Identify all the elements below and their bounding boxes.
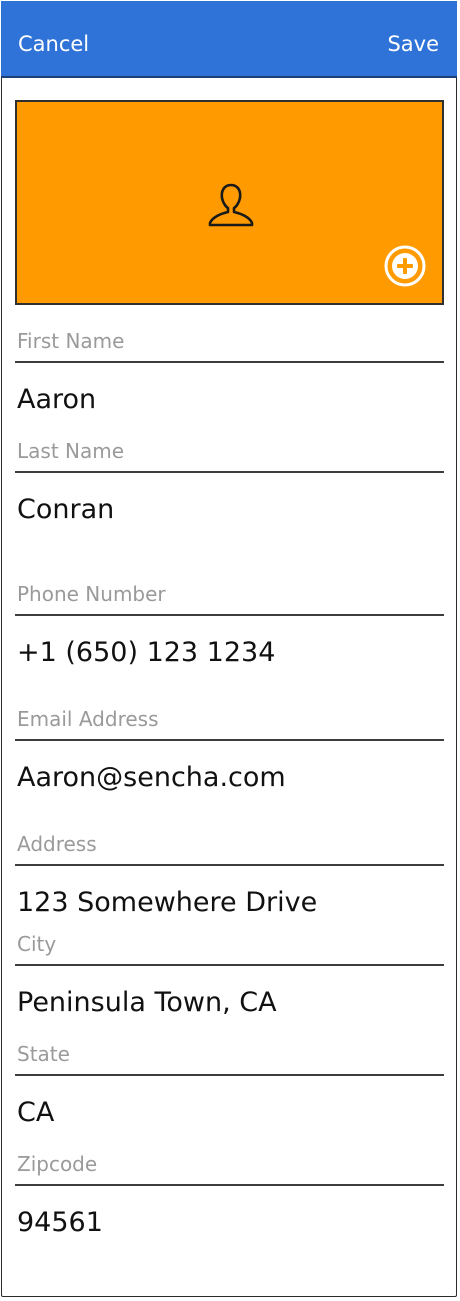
address-underline	[15, 864, 444, 866]
address-label: Address	[17, 832, 97, 856]
contact-photo[interactable]	[15, 100, 444, 305]
email-address-underline	[15, 739, 444, 741]
top-navigation-bar: Cancel Save	[1, 1, 457, 78]
phone-number-field[interactable]: +1 (650) 123 1234	[17, 637, 275, 669]
save-button[interactable]: Save	[387, 31, 439, 57]
first-name-field[interactable]: Aaron	[17, 384, 96, 416]
email-address-field[interactable]: Aaron@sencha.com	[17, 762, 286, 794]
add-circle-icon[interactable]	[383, 244, 427, 288]
city-field[interactable]: Peninsula Town, CA	[17, 987, 277, 1019]
first-name-underline	[15, 361, 444, 363]
last-name-field[interactable]: Conran	[17, 494, 114, 526]
cancel-button[interactable]: Cancel	[18, 31, 89, 57]
city-underline	[15, 964, 444, 966]
zipcode-label: Zipcode	[17, 1152, 98, 1176]
city-label: City	[17, 932, 57, 956]
person-icon	[208, 183, 254, 227]
state-underline	[15, 1074, 444, 1076]
last-name-label: Last Name	[17, 439, 125, 463]
phone-number-underline	[15, 614, 444, 616]
last-name-underline	[15, 471, 444, 473]
email-address-label: Email Address	[17, 707, 159, 731]
state-field[interactable]: CA	[17, 1097, 54, 1129]
zipcode-field[interactable]: 94561	[17, 1207, 103, 1239]
phone-number-label: Phone Number	[17, 582, 166, 606]
zipcode-underline	[15, 1184, 444, 1186]
first-name-label: First Name	[17, 329, 125, 353]
state-label: State	[17, 1042, 70, 1066]
address-field[interactable]: 123 Somewhere Drive	[17, 887, 317, 919]
